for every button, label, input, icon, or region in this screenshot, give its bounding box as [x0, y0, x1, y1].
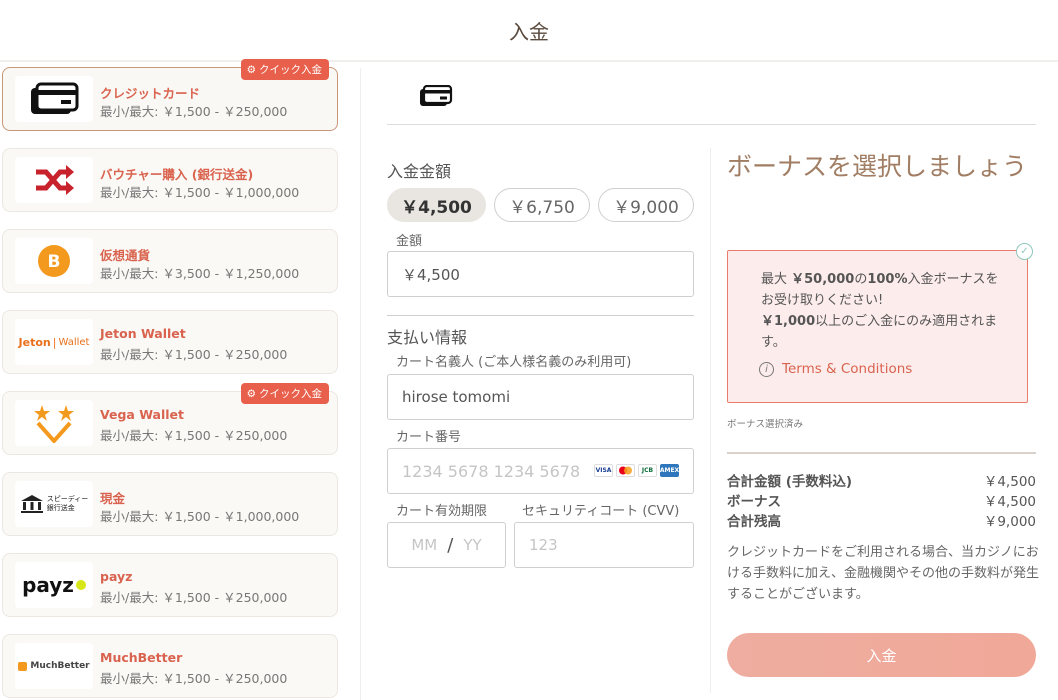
payment-method-list: クレジットカード 最小/最大: ￥1,500 - ￥250,000 ⚙ クイック… — [0, 59, 360, 700]
method-credit-card[interactable]: クレジットカード 最小/最大: ￥1,500 - ￥250,000 ⚙ クイック… — [2, 59, 338, 131]
payz-dot — [75, 580, 86, 590]
amount-option-9000[interactable]: ￥9,000 — [598, 188, 694, 222]
mastercard-icon — [616, 464, 635, 477]
credit-card-icon — [420, 84, 453, 106]
method-vega-wallet[interactable]: Vega Wallet 最小/最大: ￥1,500 - ￥250,000 ⚙ ク… — [2, 383, 338, 455]
page-title: 入金 — [509, 20, 549, 44]
method-name: バウチャー購入 (銀行送金) — [100, 167, 254, 182]
quick-deposit-badge: ⚙ クイック入金 — [240, 383, 329, 404]
method-name: Jeton Wallet — [100, 326, 186, 341]
payz-logo: payz — [15, 562, 93, 608]
amount-input[interactable]: ￥4,500 — [387, 251, 694, 297]
bonus-offer-card[interactable]: ✓ 最大 ￥50,000の100%入金ボーナスをお受け取りください! ￥1,00… — [727, 243, 1033, 403]
gear-icon: ⚙ — [246, 387, 256, 400]
column-divider — [710, 148, 711, 693]
jcb-icon: JCB — [638, 464, 657, 477]
credit-card-icon — [31, 82, 79, 114]
amount-option-4500[interactable]: ￥4,500 — [387, 188, 486, 222]
quick-deposit-badge: ⚙ クイック入金 — [240, 59, 329, 80]
svg-text:B: B — [48, 252, 61, 272]
visa-icon: VISA — [594, 464, 613, 477]
summary-row-total: 合計金額 (手数料込) ￥4,500 — [727, 474, 1036, 490]
summary-divider — [727, 452, 1036, 454]
cardholder-input[interactable]: hirose tomomi — [387, 374, 694, 420]
muchbetter-logo: MuchBetter — [15, 643, 93, 689]
amount-label: 金額 — [396, 234, 423, 249]
bonus-title: ボーナスを選択しましょう — [727, 152, 1028, 181]
fee-note: クレジットカードをご利用される場合、当カジノにおける手数料に加え、金融機関やその… — [727, 545, 1040, 602]
jeton-logo: Jeton | Wallet — [15, 319, 93, 365]
gear-icon: ⚙ — [246, 63, 256, 76]
summary-row-balance: 合計残高 ￥9,000 — [727, 514, 1036, 530]
method-name: クレジットカード — [100, 86, 201, 101]
method-name: 仮想通貨 — [100, 248, 151, 263]
shuffle-icon — [36, 165, 74, 195]
method-voucher[interactable]: バウチャー購入 (銀行送金) 最小/最大: ￥1,500 - ￥1,000,00… — [2, 148, 338, 212]
bank-icon — [20, 495, 43, 513]
cvv-input[interactable]: 123 — [514, 522, 694, 568]
cash-logo: スピーディー 銀行送金 — [15, 481, 93, 527]
info-icon: i — [759, 361, 774, 377]
method-name: Vega Wallet — [100, 407, 185, 422]
expiry-label: カート有効期限 — [396, 504, 488, 519]
deposit-panel: 入金金額 ￥4,500 ￥6,750 ￥9,000 金額 ￥4,500 支払い情… — [360, 68, 1058, 700]
payment-info-title: 支払い情報 — [387, 328, 468, 347]
bonus-description: 最大 ￥50,000の100%入金ボーナスをお受け取りください! ￥1,000以… — [761, 272, 999, 350]
tab-credit-card[interactable] — [419, 84, 453, 111]
method-limits: 最小/最大: ￥3,500 - ￥1,250,000 — [100, 266, 300, 281]
method-jeton-wallet[interactable]: Jeton | Wallet Jeton Wallet 最小/最大: ￥1,50… — [2, 310, 338, 374]
amount-option-6750[interactable]: ￥6,750 — [494, 188, 590, 222]
crypto-logo: B — [15, 238, 93, 284]
method-name: 現金 — [100, 491, 126, 506]
method-cash[interactable]: スピーディー 銀行送金 現金 最小/最大: ￥1,500 - ￥1,000,00… — [2, 472, 338, 536]
card-number-input[interactable]: 1234 5678 1234 5678 VISA JCB AMEX — [387, 448, 694, 494]
muchbetter-mark-icon — [18, 661, 28, 671]
bitcoin-icon: B — [38, 245, 70, 277]
method-name: payz — [100, 569, 133, 584]
voucher-logo — [15, 157, 93, 203]
method-payz[interactable]: payz payz 最小/最大: ￥1,500 - ￥250,000 — [2, 553, 338, 617]
cvv-label: セキュリティコート (CVV) — [522, 504, 680, 519]
header: 入金 — [0, 0, 1058, 62]
section-divider — [387, 315, 694, 316]
bonus-panel: ボーナスを選択しましょう ✓ 最大 ￥50,000の100%入金ボーナスをお受け… — [727, 150, 1039, 677]
method-tab-bar — [387, 68, 1036, 125]
method-limits: 最小/最大: ￥1,500 - ￥250,000 — [100, 590, 288, 605]
vega-stars-icon — [34, 405, 74, 443]
bonus-selected-note: ボーナス選択済み — [727, 419, 804, 430]
method-crypto[interactable]: B 仮想通貨 最小/最大: ￥3,500 - ￥1,250,000 — [2, 229, 338, 293]
method-limits: 最小/最大: ￥1,500 - ￥250,000 — [100, 428, 288, 443]
method-limits: 最小/最大: ￥1,500 - ￥1,000,000 — [100, 509, 300, 524]
amount-title: 入金金額 — [387, 162, 452, 181]
method-name: MuchBetter — [100, 650, 183, 665]
method-muchbetter[interactable]: MuchBetter MuchBetter 最小/最大: ￥1,500 - ￥2… — [2, 634, 338, 698]
card-brand-logos: VISA JCB AMEX — [594, 464, 679, 477]
method-limits: 最小/最大: ￥1,500 - ￥250,000 — [100, 104, 288, 119]
terms-link[interactable]: i Terms & Conditions — [759, 361, 912, 377]
method-limits: 最小/最大: ￥1,500 - ￥250,000 — [100, 347, 288, 362]
expiry-input[interactable]: MM / YY — [387, 522, 506, 568]
summary-row-bonus: ボーナス ￥4,500 — [727, 494, 1036, 510]
method-limits: 最小/最大: ￥1,500 - ￥250,000 — [100, 671, 288, 686]
credit-card-logo — [15, 76, 93, 122]
card-number-label: カート番号 — [396, 430, 462, 445]
amex-icon: AMEX — [660, 464, 679, 477]
method-limits: 最小/最大: ￥1,500 - ￥1,000,000 — [100, 185, 300, 200]
check-icon: ✓ — [1016, 243, 1033, 260]
vega-logo — [15, 400, 93, 446]
deposit-submit-button[interactable]: 入金 — [727, 633, 1036, 677]
cardholder-label: カート名義人 (ご本人様名義のみ利用可) — [396, 355, 632, 370]
